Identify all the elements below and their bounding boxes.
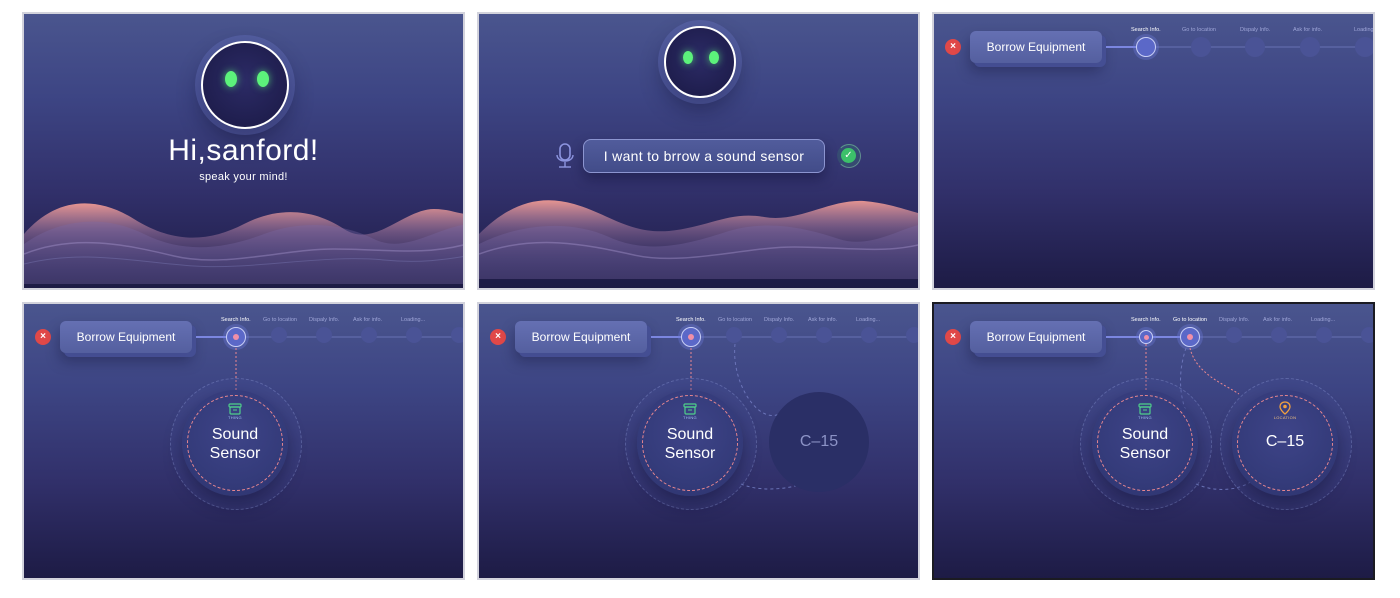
thing-caption: THING [228,415,242,420]
location-caption: LOCATION [1273,415,1297,420]
location-name: C–15 [1265,433,1305,450]
robot-eye-right [257,71,269,87]
close-icon[interactable]: × [945,39,961,55]
microphone-icon[interactable] [556,143,574,169]
step-label: Loading... [1354,27,1374,33]
step-dot[interactable] [1355,37,1373,57]
step-label: Go to location [1182,27,1216,33]
step-dot[interactable] [226,327,246,347]
location-name: C–15 [799,433,839,450]
location-bubble[interactable]: C–15 [769,392,869,492]
voice-wave [24,203,463,284]
step-label: Ask for info. [1293,27,1323,33]
step-dot[interactable] [451,327,463,343]
container-icon [228,403,242,415]
step-dot[interactable] [1300,37,1320,57]
panel-voice-input: I want to brrow a sound sensor ✓ [477,12,920,290]
task-title: Borrow Equipment [970,31,1102,63]
panel-step-location-preview: × Borrow Equipment Search Info. Go to lo… [477,302,920,580]
greeting-subtitle: speak your mind! [199,171,288,183]
step-label: Search Info. [221,317,251,323]
thing-bubble[interactable]: THING Sound Sensor [637,390,743,496]
thing-caption: THING [1138,415,1152,420]
robot-eye-left [683,51,693,64]
thing-caption: THING [683,415,697,420]
robot-eye-right [709,51,719,64]
step-label: Ask for info. [353,317,383,323]
step-dot[interactable] [316,327,332,343]
panel-step-search: × Borrow Equipment Search Info. Go to lo… [932,12,1375,290]
step-label: Search Info. [1131,27,1161,33]
greeting-text: Hi,sanford! [168,134,319,167]
robot-eye-left [225,71,237,87]
step-dot[interactable] [1245,37,1265,57]
step-label: Go to location [263,317,297,323]
panel-greeting: Hi,sanford! speak your mind! [22,12,465,290]
step-dot[interactable] [271,327,287,343]
location-pin-icon [1279,401,1291,415]
check-icon[interactable]: ✓ [841,148,856,163]
step-dot[interactable] [1191,37,1211,57]
container-icon [1138,403,1152,415]
thing-name: Sound Sensor [209,426,261,462]
step-dot[interactable] [1136,37,1156,57]
step-dot-core [233,334,239,340]
thing-bubble[interactable]: THING Sound Sensor [182,390,288,496]
thing-bubble[interactable]: THING Sound Sensor [1092,390,1198,496]
utterance-bubble: I want to brrow a sound sensor [583,139,825,173]
container-icon [683,403,697,415]
robot-face-icon[interactable] [201,41,289,129]
step-dot[interactable] [361,327,377,343]
voice-wave [479,200,918,279]
step-dot[interactable] [406,327,422,343]
robot-face-icon[interactable] [664,26,736,98]
panel-step-thing: × Borrow Equipment Search Info. Go to lo… [22,302,465,580]
location-bubble[interactable]: LOCATION C–15 [1232,390,1338,496]
panel-step-location: × Borrow Equipment Search Info. Go to lo… [932,302,1375,580]
step-label: Loading... [401,317,426,323]
close-icon[interactable]: × [35,329,51,345]
thing-name: Sound Sensor [1119,426,1171,462]
step-label: Dispaly Info. [1240,27,1271,33]
step-label: Dispaly Info. [309,317,340,323]
thing-name: Sound Sensor [664,426,716,462]
task-title: Borrow Equipment [60,321,192,353]
